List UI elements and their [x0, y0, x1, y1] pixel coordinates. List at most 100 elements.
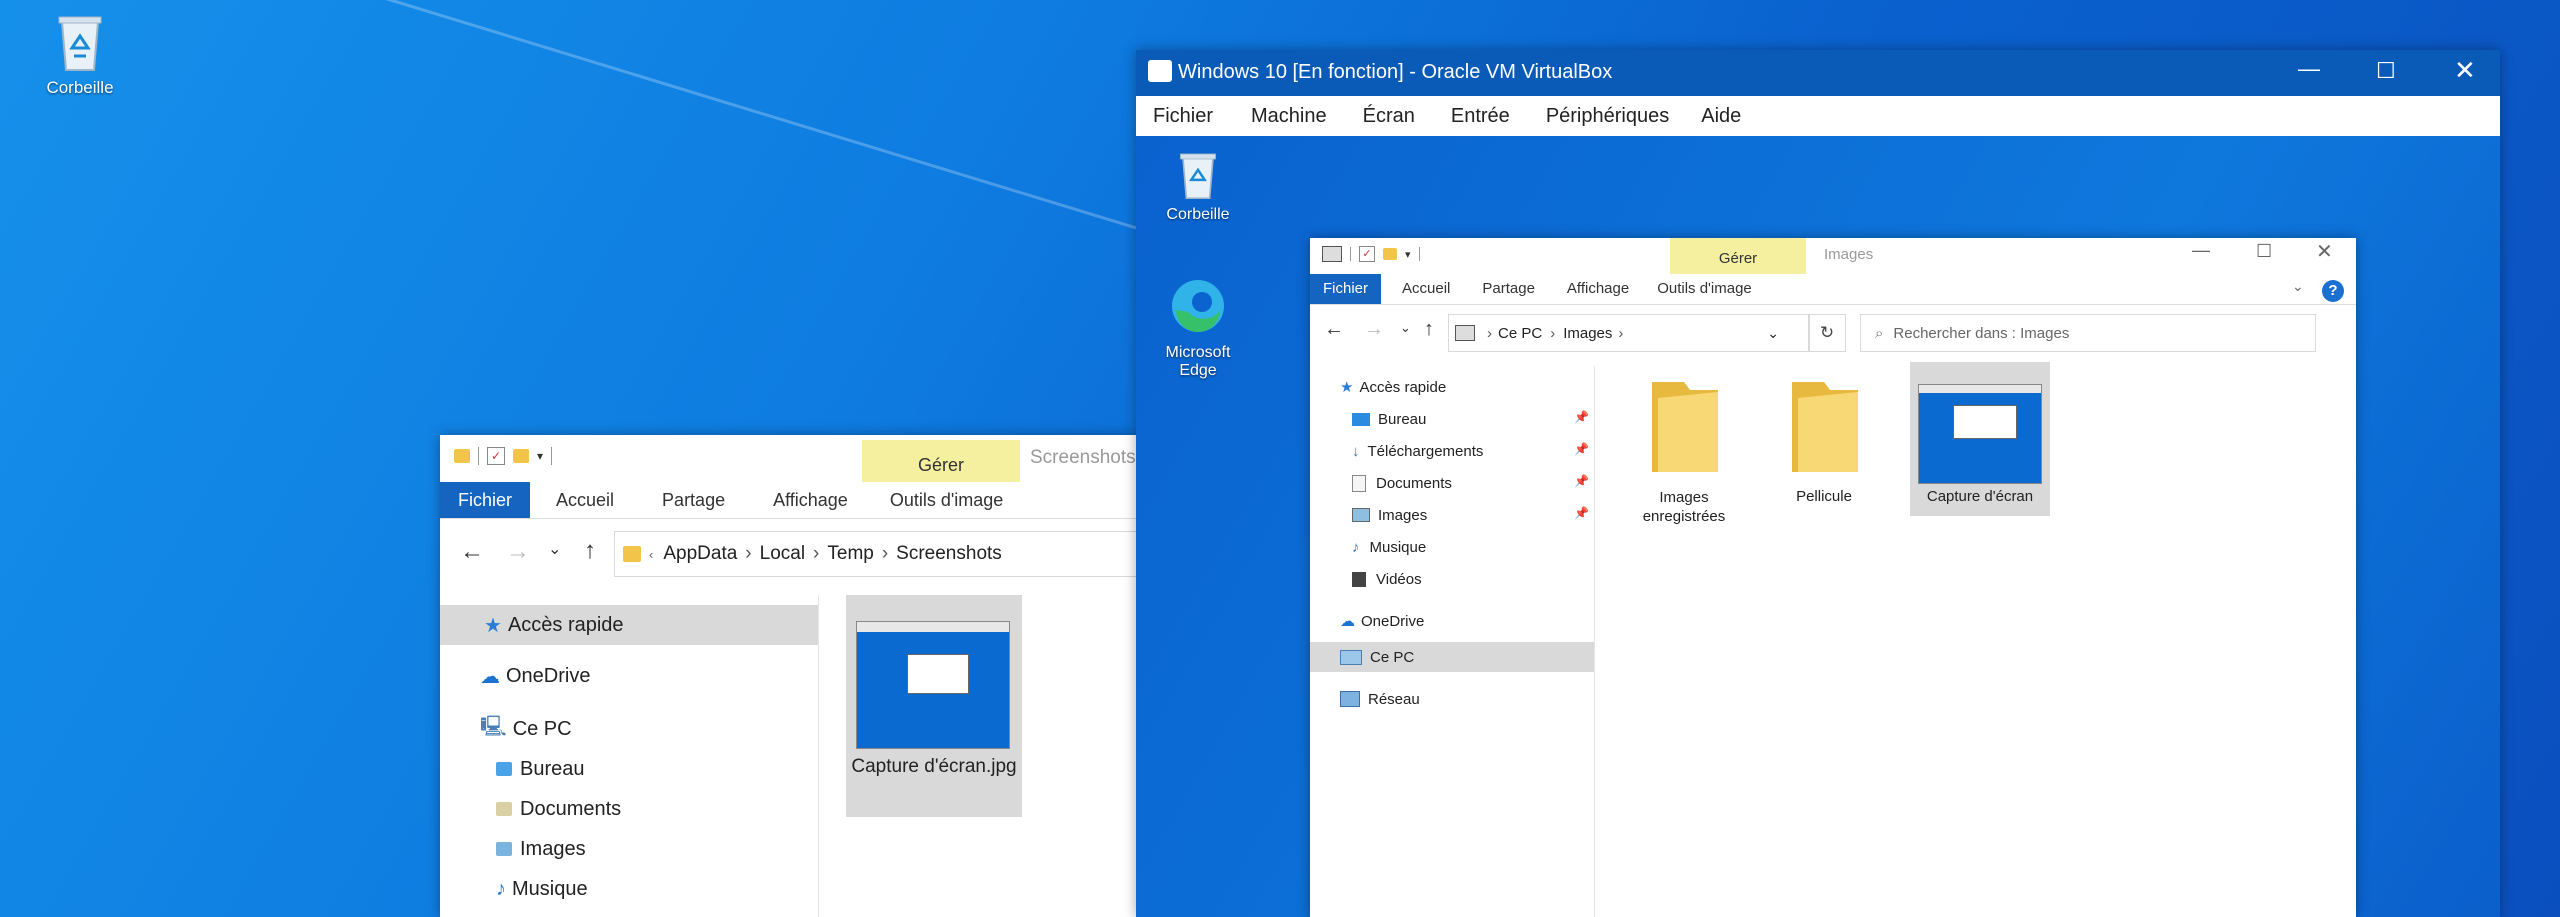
recent-locations-chevron-icon[interactable]: ⌄: [548, 539, 561, 559]
search-box[interactable]: ⌕ Rechercher dans : Images: [1860, 314, 2316, 352]
up-arrow-icon[interactable]: ↑: [1424, 318, 1434, 341]
guest-explorer-window: ✓ ▾ Gérer Images — ☐ ✕ Fichier Accueil P…: [1310, 238, 2356, 917]
pin-icon[interactable]: 📌: [1574, 410, 1589, 424]
tab-partage[interactable]: Partage: [1469, 274, 1548, 304]
menu-entree[interactable]: Entrée: [1451, 105, 1510, 128]
address-dropdown-icon[interactable]: ⌄: [1767, 325, 1779, 342]
breadcrumb-images[interactable]: Images: [1563, 325, 1612, 342]
nav-images[interactable]: Images: [1352, 502, 1427, 528]
star-icon: ★: [484, 614, 502, 637]
help-icon[interactable]: ?: [2322, 280, 2344, 302]
close-icon[interactable]: ✕: [2454, 55, 2476, 86]
nav-telechargements[interactable]: ↓ Téléchargements: [1352, 438, 1483, 464]
tab-fichier[interactable]: Fichier: [1310, 274, 1382, 304]
file-name: Capture d'écran.jpg: [851, 756, 1017, 777]
customize-qat-icon[interactable]: ▾: [1405, 248, 1411, 261]
desktop-recycle-bin[interactable]: Corbeille: [25, 8, 135, 98]
nav-videos[interactable]: Vidéos: [1352, 566, 1422, 592]
pictures-icon: [1352, 508, 1370, 522]
back-arrow-icon[interactable]: ←: [460, 538, 484, 566]
nav-documents[interactable]: Documents: [496, 791, 621, 827]
tab-accueil[interactable]: Accueil: [1389, 274, 1463, 304]
nav-musique[interactable]: ♪ Musique: [496, 871, 588, 907]
tab-outils-image[interactable]: Outils d'image: [1644, 274, 1765, 304]
folder-item-capture-ecran[interactable]: Capture d'écran: [1910, 362, 2050, 516]
pictures-folder-icon: [496, 842, 512, 856]
nav-bureau[interactable]: Bureau: [1352, 406, 1426, 432]
nav-images[interactable]: Images: [496, 831, 586, 867]
menu-fichier[interactable]: Fichier: [1153, 105, 1213, 128]
address-bar[interactable]: ‹ AppData › Local › Temp › Screenshots: [614, 531, 1140, 577]
cloud-icon: ☁: [1340, 613, 1355, 630]
tab-partage[interactable]: Partage: [644, 482, 743, 518]
ribbon-tabs: Fichier Accueil Partage Affichage Outils…: [1310, 274, 1765, 304]
documents-folder-icon: [496, 802, 512, 816]
folder-item-pellicule[interactable]: Pellicule: [1764, 374, 1884, 554]
navigation-pane: ★ Accès rapide ☁ OneDrive 🖳 Ce PC Bureau…: [440, 595, 819, 917]
forward-arrow-icon[interactable]: →: [506, 538, 530, 566]
new-folder-icon[interactable]: [1383, 248, 1397, 260]
document-icon: [1352, 474, 1366, 492]
customize-qat-icon[interactable]: ▾: [537, 449, 543, 463]
ribbon-tabs: Fichier Accueil Partage Affichage Outils…: [440, 482, 1022, 518]
forward-arrow-icon[interactable]: →: [1364, 318, 1384, 341]
address-bar[interactable]: › Ce PC › Images › ⌄: [1448, 314, 1810, 352]
back-arrow-icon[interactable]: ←: [1324, 318, 1344, 341]
properties-icon[interactable]: ✓: [487, 447, 505, 465]
pin-icon[interactable]: 📌: [1574, 506, 1589, 520]
nav-musique[interactable]: ♪ Musique: [1352, 534, 1426, 560]
desktop-folder-icon: [496, 762, 512, 776]
nav-this-pc[interactable]: 🖳 Ce PC: [480, 711, 572, 747]
new-folder-icon[interactable]: [513, 449, 529, 463]
maximize-icon[interactable]: ☐: [2256, 241, 2272, 262]
manage-context-tab[interactable]: Gérer: [1670, 238, 1806, 274]
manage-context-tab[interactable]: Gérer: [862, 440, 1020, 482]
tab-accueil[interactable]: Accueil: [538, 482, 632, 518]
nav-quick-access[interactable]: ★ Accès rapide: [440, 605, 818, 645]
expand-ribbon-chevron-icon[interactable]: ⌄: [2292, 278, 2304, 295]
tab-affichage[interactable]: Affichage: [1554, 274, 1642, 304]
quick-access-toolbar: ✓ ▾: [454, 447, 553, 465]
window-icon: [1322, 246, 1342, 262]
close-icon[interactable]: ✕: [2316, 239, 2333, 264]
menu-aide[interactable]: Aide: [1701, 105, 1741, 128]
screenshot-thumbnail: [1918, 384, 2042, 484]
computer-icon: 🖳: [480, 716, 507, 738]
up-arrow-icon[interactable]: ↑: [584, 537, 596, 565]
tab-outils-image[interactable]: Outils d'image: [871, 482, 1022, 518]
nav-onedrive[interactable]: ☁ OneDrive: [480, 658, 590, 694]
guest-recycle-bin[interactable]: Corbeille: [1148, 146, 1248, 224]
pin-icon[interactable]: 📌: [1574, 442, 1589, 456]
menu-ecran[interactable]: Écran: [1363, 105, 1415, 128]
breadcrumb-temp[interactable]: Temp: [827, 543, 873, 565]
download-arrow-icon: ↓: [1352, 442, 1360, 460]
refresh-icon[interactable]: ↻: [1808, 314, 1846, 352]
breadcrumb-screenshots[interactable]: Screenshots: [896, 543, 1002, 565]
minimize-icon[interactable]: —: [2192, 240, 2210, 261]
search-icon: ⌕: [1875, 324, 1884, 342]
breadcrumb-appdata[interactable]: AppData: [663, 543, 737, 565]
menu-machine[interactable]: Machine: [1251, 105, 1327, 128]
properties-icon[interactable]: ✓: [1359, 246, 1375, 262]
nav-bureau[interactable]: Bureau: [496, 751, 585, 787]
tab-affichage[interactable]: Affichage: [755, 482, 866, 518]
nav-this-pc[interactable]: Ce PC: [1310, 642, 1594, 672]
window-title: Screenshots: [1030, 447, 1136, 468]
folder-item-images-enregistrees[interactable]: Images enregistrées: [1624, 374, 1744, 554]
breadcrumb-local[interactable]: Local: [760, 543, 805, 565]
nav-network[interactable]: Réseau: [1340, 686, 1420, 712]
nav-documents[interactable]: Documents: [1352, 470, 1452, 496]
maximize-icon[interactable]: ☐: [2376, 58, 2396, 84]
recent-locations-chevron-icon[interactable]: ⌄: [1400, 320, 1411, 336]
pin-icon[interactable]: 📌: [1574, 474, 1589, 488]
breadcrumb-ce-pc[interactable]: Ce PC: [1498, 325, 1542, 342]
nav-onedrive[interactable]: ☁ OneDrive: [1340, 608, 1424, 634]
minimize-icon[interactable]: —: [2298, 56, 2320, 82]
menu-peripheriques[interactable]: Périphériques: [1546, 105, 1669, 128]
tab-fichier[interactable]: Fichier: [440, 482, 531, 518]
guest-edge-shortcut[interactable]: Microsoft Edge: [1148, 276, 1248, 380]
this-pc-icon: [1455, 325, 1475, 341]
file-item-selected[interactable]: Capture d'écran.jpg: [846, 595, 1022, 817]
nav-quick-access[interactable]: ★ Accès rapide: [1340, 374, 1446, 400]
computer-icon: [1340, 649, 1362, 665]
